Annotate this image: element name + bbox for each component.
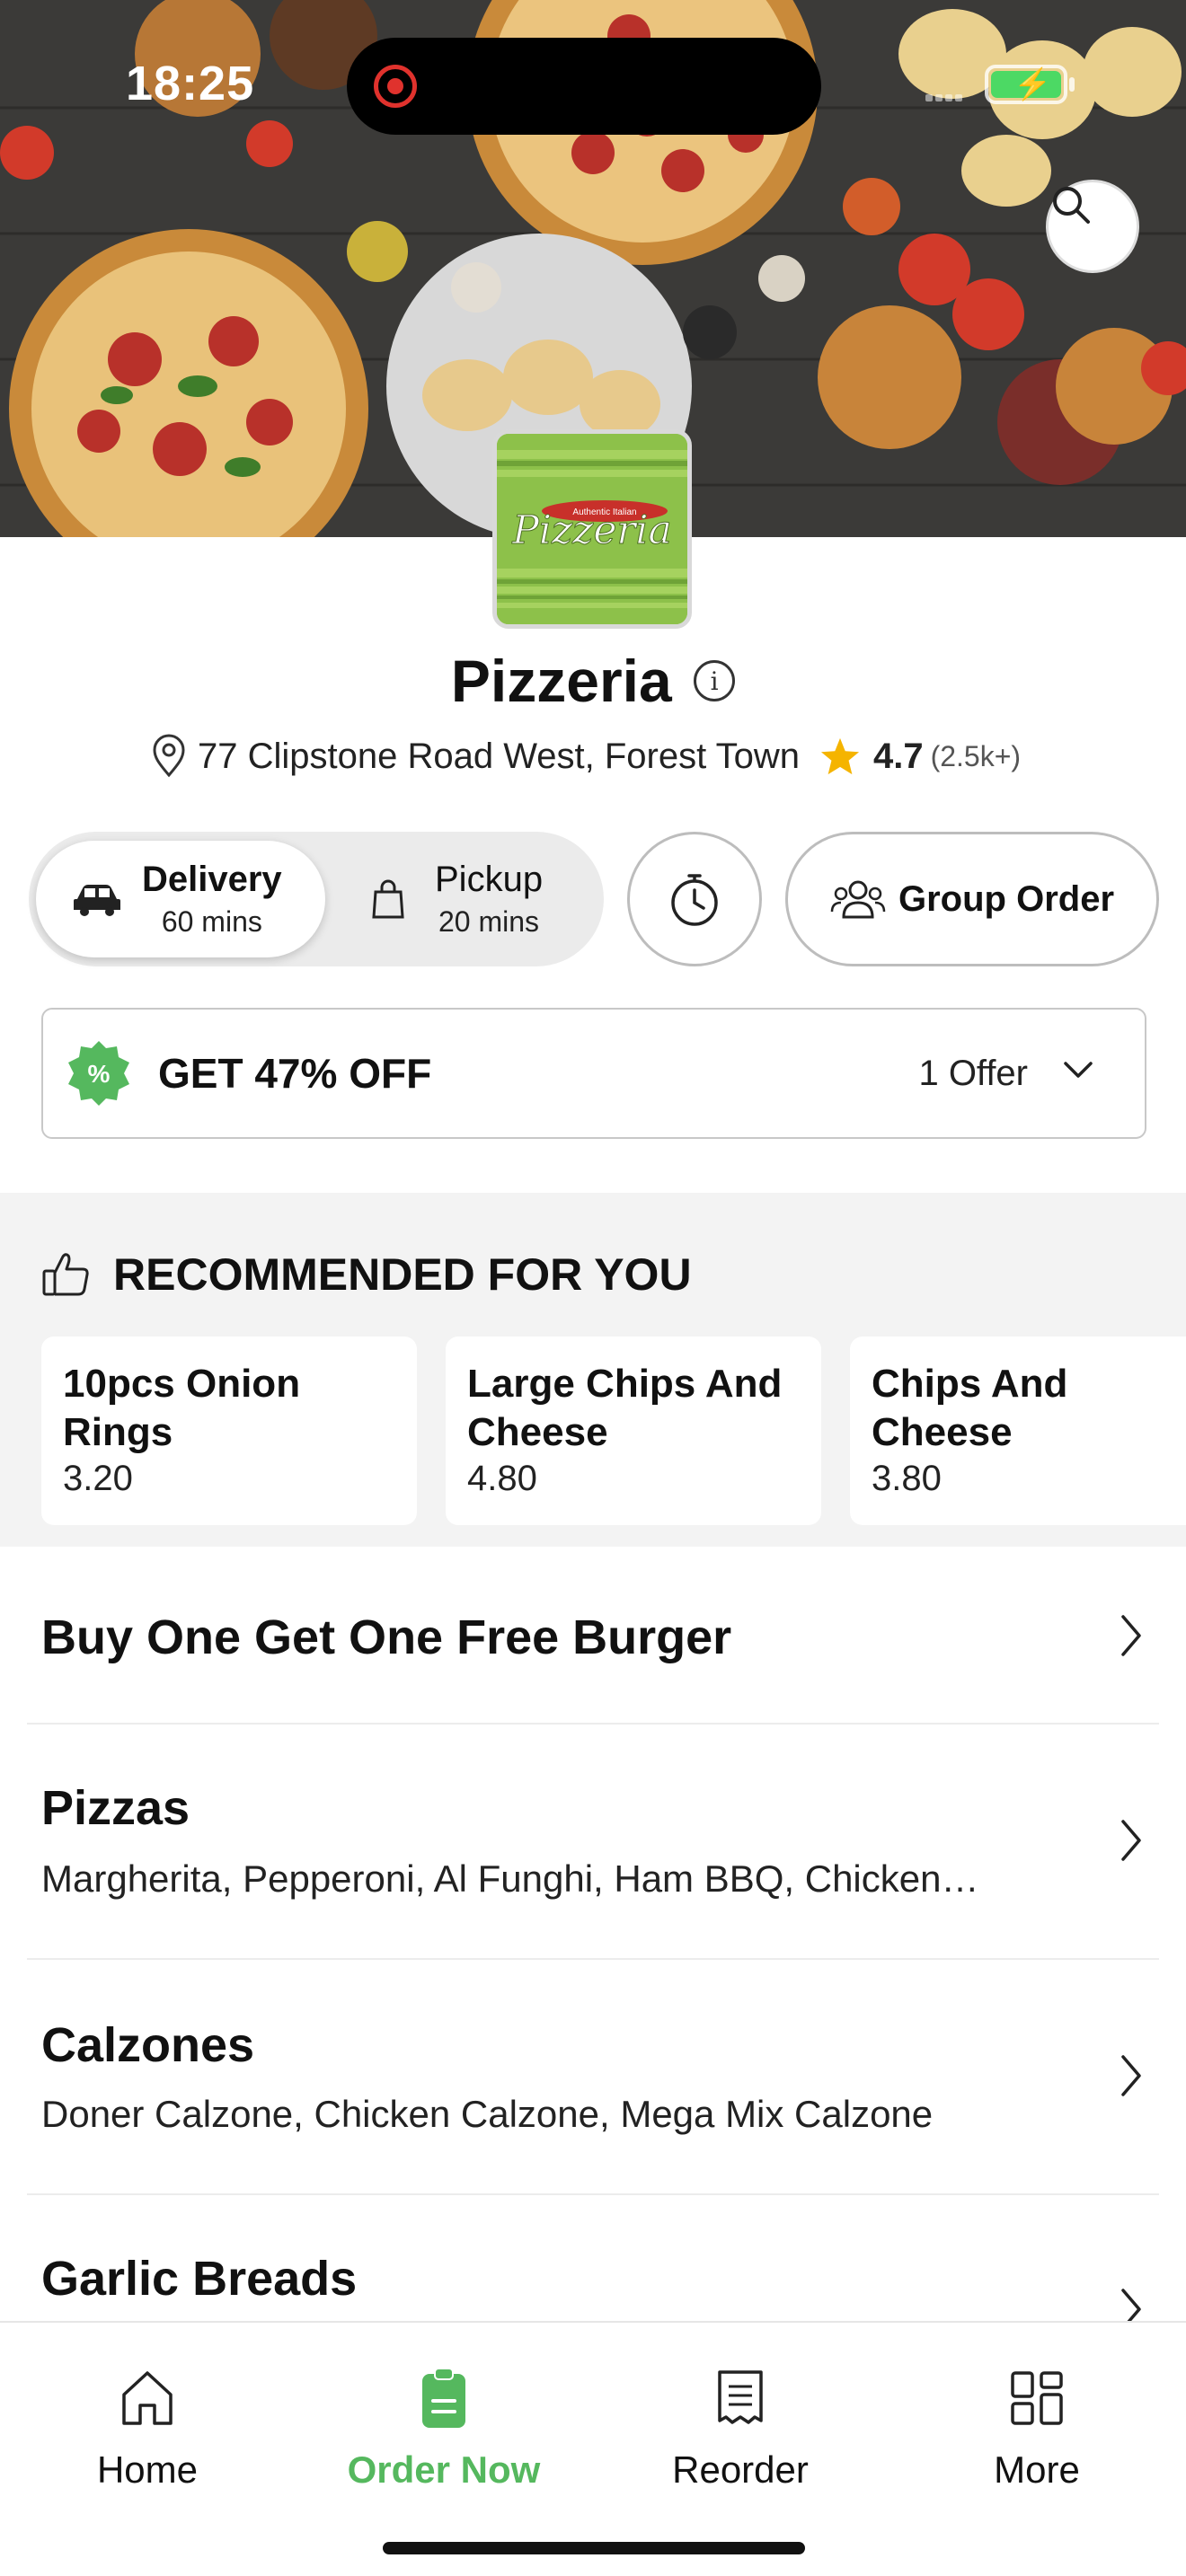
recommended-item-card[interactable]: Chips And Cheese 3.80	[850, 1337, 1186, 1525]
bottom-tab-bar: Home Order Now Reorder More	[0, 2321, 1186, 2576]
tab-label: More	[994, 2448, 1080, 2491]
recommended-item-price: 4.80	[467, 1459, 537, 1498]
recommended-item-name: Chips And Cheese	[872, 1362, 1068, 1454]
recommended-item-name: Large Chips And Cheese	[467, 1362, 783, 1454]
grid-icon	[1011, 2371, 1063, 2425]
star-icon	[820, 737, 860, 775]
address-row: 77 Clipstone Road West, Forest Town 4.7 …	[149, 729, 1021, 783]
recommended-item-price: 3.20	[63, 1459, 133, 1498]
recommended-heading: RECOMMENDED FOR YOU	[113, 1249, 692, 1300]
battery-charging-icon: ⚡	[985, 65, 1075, 104]
pickup-time: 20 mins	[438, 905, 540, 938]
screen-record-icon	[374, 65, 417, 108]
search-icon	[1053, 187, 1090, 224]
category-row[interactable]: Calzones Doner Calzone, Chicken Calzone,…	[27, 1960, 1159, 2195]
recommended-item-card[interactable]: Large Chips And Cheese 4.80	[446, 1337, 821, 1525]
restaurant-name: Pizzeria	[450, 648, 672, 714]
chevron-right-icon	[1121, 1615, 1141, 1656]
info-icon[interactable]	[694, 660, 736, 701]
car-icon	[74, 885, 120, 916]
category-title: Garlic Breads	[41, 2252, 358, 2306]
offer-banner[interactable]: % GET 47% OFF 1 Offer	[41, 1008, 1146, 1139]
tab-order-now[interactable]: Order Now	[336, 2362, 552, 2492]
location-pin-icon	[153, 734, 185, 778]
rating-value: 4.7	[872, 736, 924, 776]
svg-text:%: %	[88, 1060, 111, 1088]
tab-more[interactable]: More	[929, 2362, 1145, 2492]
delivery-time: 60 mins	[161, 905, 262, 938]
tab-reorder[interactable]: Reorder	[633, 2362, 848, 2492]
search-button[interactable]	[1046, 180, 1139, 273]
rating-count: (2.5k+)	[930, 739, 1022, 772]
restaurant-address: 77 Clipstone Road West, Forest Town	[198, 736, 800, 776]
logo-text: Pizzeria	[511, 507, 671, 553]
offer-title: GET 47% OFF	[158, 1050, 432, 1097]
category-subtitle: Margherita, Pepperoni, Al Funghi, Ham BB…	[41, 1857, 979, 1900]
category-title: Calzones	[41, 2018, 255, 2072]
restaurant-logo: Authentic Italian Pizzeria	[492, 429, 692, 629]
tab-home[interactable]: Home	[40, 2362, 255, 2492]
delivery-option[interactable]: Delivery 60 mins	[36, 841, 325, 957]
category-subtitle: Doner Calzone, Chicken Calzone, Mega Mix…	[41, 2093, 934, 2135]
shopping-bag-icon	[372, 879, 404, 919]
recommended-section: RECOMMENDED FOR YOU 10pcs Onion Rings 3.…	[0, 1193, 1186, 1547]
category-row[interactable]: Garlic Breads	[27, 2195, 1159, 2330]
offer-count: 1 Offer	[918, 1053, 1028, 1093]
chevron-right-icon	[1121, 2055, 1141, 2096]
group-people-icon	[830, 880, 886, 919]
chevron-down-icon[interactable]	[1060, 1056, 1096, 1081]
thumbs-up-icon	[42, 1253, 89, 1296]
home-icon	[122, 2371, 173, 2425]
discount-badge-icon: %	[68, 1041, 129, 1106]
tab-label: Home	[96, 2448, 199, 2491]
status-time: 18:25	[126, 57, 255, 110]
order-icon	[422, 2368, 465, 2428]
signal-icon	[925, 90, 970, 101]
pickup-label: Pickup	[435, 860, 544, 899]
recommended-item-card[interactable]: 10pcs Onion Rings 3.20	[41, 1337, 417, 1525]
timer-icon	[671, 874, 718, 926]
group-order-button[interactable]: Group Order	[785, 832, 1159, 966]
category-title: Pizzas	[41, 1781, 190, 1835]
chevron-right-icon	[1121, 1820, 1141, 1861]
recommended-item-price: 3.80	[872, 1459, 942, 1498]
home-indicator[interactable]	[383, 2542, 805, 2554]
category-title: Buy One Get One Free Burger	[41, 1610, 732, 1664]
group-order-label: Group Order	[898, 878, 1115, 919]
order-mode-toggle: Delivery 60 mins Pickup 20 mins	[29, 832, 604, 966]
category-row[interactable]: Pizzas Margherita, Pepperoni, Al Funghi,…	[27, 1725, 1159, 1960]
dynamic-island	[347, 38, 821, 135]
pickup-option[interactable]: Pickup 20 mins	[334, 841, 597, 957]
tab-label: Order Now	[347, 2448, 541, 2491]
delivery-label: Delivery	[142, 860, 282, 899]
category-row[interactable]: Buy One Get One Free Burger	[27, 1547, 1159, 1725]
schedule-button[interactable]	[627, 832, 762, 966]
receipt-icon	[718, 2370, 763, 2424]
recommended-item-name: 10pcs Onion Rings	[63, 1362, 301, 1454]
tab-label: Reorder	[672, 2448, 809, 2491]
